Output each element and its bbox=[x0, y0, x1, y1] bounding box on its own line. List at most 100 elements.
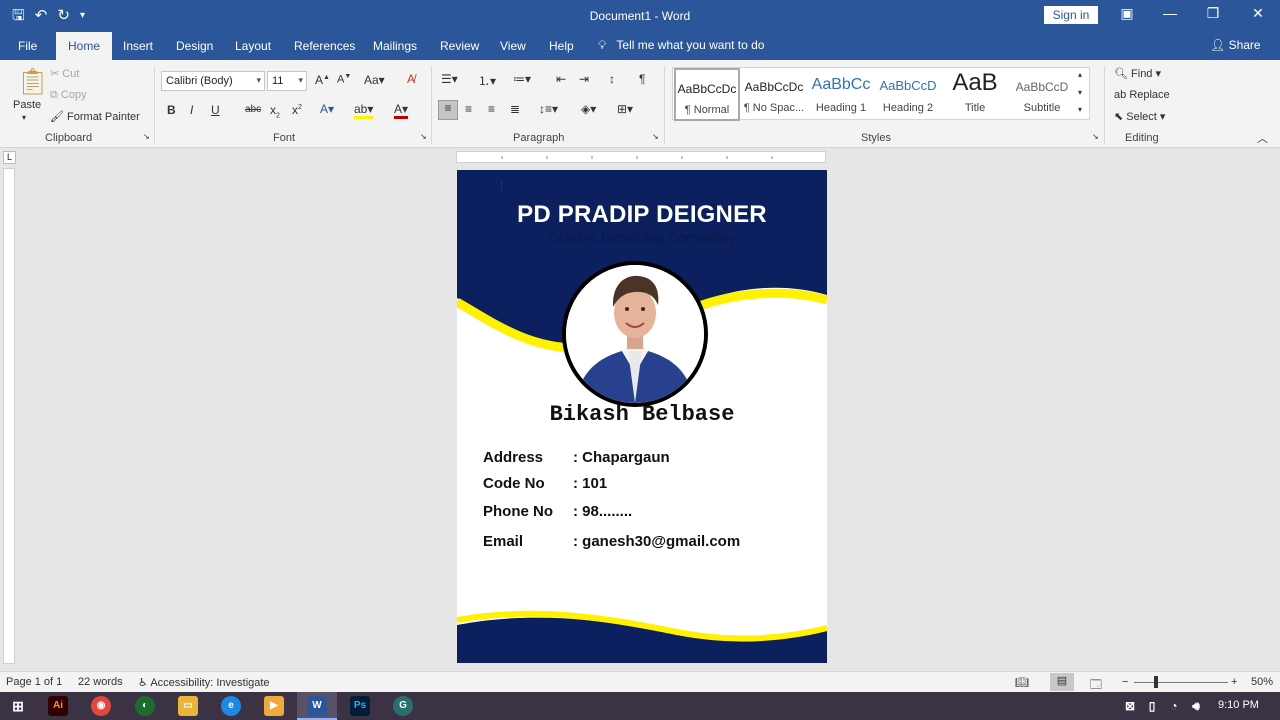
file-explorer-icon[interactable]: ▭ bbox=[178, 696, 198, 716]
multilevel-list-icon[interactable]: ≔▾ bbox=[513, 72, 531, 86]
tab-view[interactable]: View bbox=[500, 39, 526, 53]
wifi-icon[interactable]: ◔ bbox=[1164, 696, 1184, 716]
shading-icon[interactable]: ◈▾ bbox=[581, 102, 596, 116]
person-name[interactable]: Bikash Belbase bbox=[457, 402, 827, 427]
styles-scroll-down-icon[interactable]: ▾ bbox=[1078, 88, 1082, 97]
style-subtitle[interactable]: AaBbCcD Subtitle bbox=[1009, 68, 1075, 121]
line-spacing-icon[interactable]: ↕≡▾ bbox=[539, 102, 558, 116]
numbering-icon[interactable]: ⒈▾ bbox=[478, 72, 496, 89]
tab-design[interactable]: Design bbox=[176, 39, 213, 53]
print-layout-icon[interactable]: ▤ bbox=[1050, 673, 1074, 691]
style-normal[interactable]: AaBbCcDc ¶ Normal bbox=[674, 68, 740, 121]
tab-file[interactable]: File bbox=[18, 39, 37, 53]
bold-icon[interactable]: B bbox=[167, 103, 176, 117]
accessibility-status[interactable]: ♿︎ Accessibility: Investigate bbox=[138, 676, 270, 689]
superscript-icon[interactable]: x2 bbox=[292, 103, 302, 117]
collapse-ribbon-icon[interactable]: ︿ bbox=[1257, 130, 1268, 146]
document-page[interactable]: PD PRADIP DEIGNER Graphic Designing Comp… bbox=[457, 170, 827, 663]
style-heading-2[interactable]: AaBbCcD Heading 2 bbox=[875, 68, 941, 121]
company-tagline[interactable]: Graphic Designing Companey bbox=[457, 229, 827, 245]
zoom-slider[interactable] bbox=[1134, 682, 1228, 683]
minimize-icon[interactable]: — bbox=[1155, 5, 1185, 21]
battery-icon[interactable]: ▯ bbox=[1142, 696, 1162, 716]
cut-button[interactable]: ✂ Cut bbox=[50, 67, 79, 80]
word-count[interactable]: 22 words bbox=[78, 676, 123, 688]
show-formatting-icon[interactable]: ¶ bbox=[639, 72, 645, 86]
company-name[interactable]: PD PRADIP DEIGNER bbox=[457, 201, 827, 229]
network-icon[interactable]: ⊠ bbox=[1120, 696, 1140, 716]
email-label[interactable]: Email bbox=[483, 533, 523, 550]
style-title[interactable]: AaB Title bbox=[942, 68, 1008, 121]
tab-layout[interactable]: Layout bbox=[235, 39, 271, 53]
format-painter-button[interactable]: 🖌︎ Format Painter bbox=[50, 110, 140, 123]
horizontal-ruler[interactable] bbox=[456, 151, 826, 163]
share-button[interactable]: 👤︎ Share bbox=[1210, 38, 1261, 52]
change-case-icon[interactable]: Aa▾ bbox=[364, 73, 385, 87]
copy-button[interactable]: ⧉ Copy bbox=[50, 89, 87, 102]
clear-formatting-icon[interactable]: A̸ bbox=[407, 72, 415, 86]
font-color-icon[interactable]: A▾ bbox=[394, 102, 409, 119]
tab-references[interactable]: References bbox=[294, 39, 355, 53]
style-no-spacing[interactable]: AaBbCcDc ¶ No Spac... bbox=[741, 68, 807, 121]
windows-start-icon[interactable]: ⊞ bbox=[8, 696, 28, 716]
sign-in-button[interactable]: Sign in bbox=[1044, 6, 1098, 24]
phone-value[interactable]: : 98........ bbox=[573, 503, 632, 520]
increase-indent-icon[interactable]: ⇥ bbox=[579, 72, 589, 86]
grow-font-icon[interactable]: A▲ bbox=[315, 73, 330, 87]
restore-icon[interactable]: ❐ bbox=[1198, 5, 1228, 22]
subscript-icon[interactable]: x2 bbox=[270, 103, 280, 119]
decrease-indent-icon[interactable]: ⇤ bbox=[556, 72, 566, 86]
tell-me-search[interactable]: 💡︎ Tell me what you want to do bbox=[598, 38, 764, 53]
select-button[interactable]: ⬉ Select ▾ bbox=[1114, 110, 1165, 123]
paragraph-launcher-icon[interactable]: ↘ bbox=[652, 132, 659, 141]
email-value[interactable]: : ganesh30@gmail.com bbox=[573, 533, 740, 550]
app-icon[interactable]: ◐ bbox=[135, 696, 155, 716]
app-icon[interactable]: G bbox=[393, 696, 413, 716]
find-button[interactable]: 🔍︎ Find ▾ bbox=[1114, 67, 1161, 80]
italic-icon[interactable]: I bbox=[190, 103, 193, 117]
address-label[interactable]: Address bbox=[483, 449, 543, 466]
styles-more-icon[interactable]: ▾ bbox=[1078, 105, 1082, 114]
align-right-icon[interactable]: ≡ bbox=[488, 102, 495, 116]
align-center-icon[interactable]: ≡ bbox=[465, 102, 472, 116]
tab-selector[interactable]: L bbox=[3, 151, 16, 164]
tab-help[interactable]: Help bbox=[549, 39, 574, 53]
sort-icon[interactable]: ↕ bbox=[609, 72, 615, 86]
media-player-icon[interactable]: ▶ bbox=[264, 696, 284, 716]
edge-icon[interactable]: e bbox=[221, 696, 241, 716]
style-heading-1[interactable]: AaBbCc Heading 1 bbox=[808, 68, 874, 121]
volume-icon[interactable]: 🔊︎ bbox=[1186, 696, 1206, 716]
justify-icon[interactable]: ≣ bbox=[510, 102, 520, 116]
paste-icon[interactable]: 📋︎ bbox=[16, 66, 49, 97]
align-left-icon[interactable]: ≡ bbox=[438, 100, 458, 120]
phone-label[interactable]: Phone No bbox=[483, 503, 553, 520]
highlight-icon[interactable]: ab▾ bbox=[354, 102, 374, 119]
font-size-select[interactable]: 11 bbox=[267, 71, 307, 91]
page-count[interactable]: Page 1 of 1 bbox=[6, 676, 62, 688]
paste-dropdown-icon[interactable]: ▾ bbox=[22, 113, 26, 122]
paste-label[interactable]: Paste bbox=[13, 99, 41, 111]
borders-icon[interactable]: ⊞▾ bbox=[617, 102, 633, 116]
ribbon-display-options-icon[interactable]: ▣ bbox=[1112, 5, 1142, 22]
tab-insert[interactable]: Insert bbox=[123, 39, 153, 53]
bullets-icon[interactable]: ☰▾ bbox=[441, 72, 458, 86]
clock[interactable]: 9:10 PM bbox=[1218, 699, 1259, 711]
vertical-ruler[interactable] bbox=[3, 168, 15, 664]
zoom-slider-handle[interactable] bbox=[1154, 676, 1158, 688]
zoom-level[interactable]: 50% bbox=[1251, 676, 1273, 688]
close-icon[interactable]: ✕ bbox=[1243, 5, 1273, 22]
zoom-out-icon[interactable]: − bbox=[1122, 676, 1128, 688]
photoshop-icon[interactable]: Ps bbox=[350, 696, 370, 716]
code-label[interactable]: Code No bbox=[483, 475, 545, 492]
underline-icon[interactable]: U bbox=[211, 103, 220, 117]
illustrator-icon[interactable]: Ai bbox=[48, 696, 68, 716]
tab-home[interactable]: Home bbox=[56, 32, 113, 60]
address-value[interactable]: : Chapargaun bbox=[573, 449, 670, 466]
replace-button[interactable]: ab Replace bbox=[1114, 89, 1170, 101]
word-icon[interactable]: W bbox=[307, 696, 327, 716]
text-effects-icon[interactable]: A▾ bbox=[320, 102, 334, 116]
read-mode-icon[interactable]: 📖︎ bbox=[1015, 676, 1029, 689]
clipboard-launcher-icon[interactable]: ↘ bbox=[143, 132, 150, 141]
styles-scroll-up-icon[interactable]: ▴ bbox=[1078, 70, 1082, 79]
font-family-select[interactable]: Calibri (Body) bbox=[161, 71, 265, 91]
